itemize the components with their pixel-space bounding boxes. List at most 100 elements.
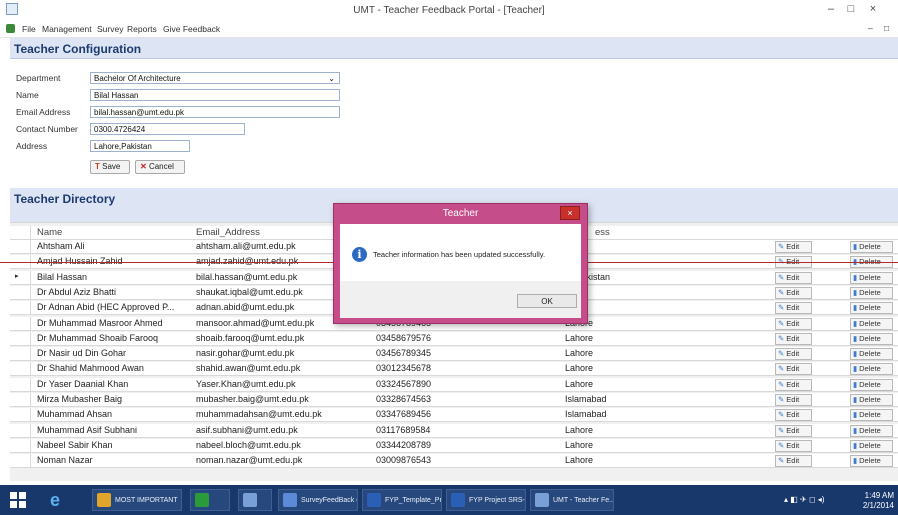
delete-icon: ▮ [853, 272, 858, 282]
menu-survey[interactable]: Survey [97, 24, 123, 34]
delete-button[interactable]: ▮Delete [850, 286, 893, 299]
delete-icon: ▮ [853, 242, 858, 251]
edit-button[interactable]: ✎Edit [775, 424, 812, 437]
ok-button[interactable]: OK [517, 294, 577, 308]
row-header[interactable] [10, 347, 31, 361]
edit-button[interactable]: ✎Edit [775, 302, 812, 315]
table-row[interactable]: Dr Yaser Daanial Khan Yaser.Khan@umt.edu.… [10, 377, 898, 392]
edit-button[interactable]: ✎Edit [775, 363, 812, 376]
clock-time[interactable]: 1:49 AM [840, 491, 894, 500]
table-row[interactable]: Dr Shahid Mahmood Awan shahid.awan@umt.ed… [10, 362, 898, 377]
clock-date[interactable]: 2/1/2014 [840, 501, 894, 510]
table-row[interactable]: Dr Muhammad Shoaib Farooq shoaib.farooq@u… [10, 331, 898, 346]
taskbar-item[interactable] [238, 489, 272, 511]
row-header[interactable] [10, 285, 31, 299]
maximize-button[interactable]: □ [842, 2, 860, 16]
cell-contact: 03324567890 [376, 378, 432, 389]
app-icon [243, 493, 257, 507]
row-header[interactable] [10, 331, 31, 345]
delete-button[interactable]: ▮Delete [850, 378, 893, 391]
windows-start-icon[interactable] [10, 492, 26, 508]
app-icon [367, 493, 381, 507]
edit-button[interactable]: ✎Edit [775, 332, 812, 345]
delete-icon: ▮ [853, 379, 858, 389]
table-row[interactable]: Muhammad Asif Subhani asif.subhani@umt.ed… [10, 423, 898, 438]
edit-button[interactable]: ✎Edit [775, 286, 812, 299]
edit-button[interactable]: ✎Edit [775, 271, 812, 284]
department-select[interactable]: Bachelor Of Architecture ⌄ [90, 72, 340, 84]
delete-button[interactable]: ▮Delete [850, 302, 893, 315]
dialog-message: Teacher information has been updated suc… [373, 250, 546, 259]
edit-button[interactable]: ✎Edit [775, 241, 812, 253]
table-row[interactable]: Nabeel Sabir Khan nabeel.bloch@umt.edu.pk… [10, 438, 898, 453]
delete-icon: ▮ [853, 410, 858, 420]
cell-address: re,Pakistan [565, 272, 745, 282]
row-header[interactable] [10, 362, 31, 376]
delete-button[interactable]: ▮Delete [850, 332, 893, 345]
row-header[interactable] [10, 423, 31, 437]
taskbar-item[interactable]: SurveyFeedBack (... [278, 489, 358, 511]
row-header[interactable]: ▸ [10, 270, 31, 284]
delete-button[interactable]: ▮Delete [850, 439, 893, 452]
contact-field[interactable]: 0300.4726424 [90, 123, 245, 135]
taskbar-item[interactable]: FYP Project SRS-2... [446, 489, 526, 511]
table-row[interactable]: Noman Nazar noman.nazar@umt.edu.pk 0300987… [10, 454, 898, 469]
tray-icons[interactable]: ▴ ◧ ✈ ◻ ◂) [784, 495, 844, 505]
edit-icon: ✎ [778, 440, 785, 450]
cell-email: Yaser.Khan@umt.edu.pk [196, 378, 296, 389]
edit-button[interactable]: ✎Edit [775, 439, 812, 452]
menu-file[interactable]: File [22, 24, 36, 34]
cell-contact: 03012345678 [376, 363, 432, 374]
table-row[interactable]: Muhammad Ahsan muhammadahsan@umt.edu.pk 03… [10, 408, 898, 423]
col-name[interactable]: Name [37, 227, 62, 238]
edit-button[interactable]: ✎Edit [775, 394, 812, 406]
col-address[interactable]: ess [595, 227, 610, 238]
col-email[interactable]: Email_Address [196, 227, 260, 238]
delete-button[interactable]: ▮Delete [850, 394, 893, 406]
table-row[interactable]: Dr Nasir ud Din Gohar nasir.gohar@umt.edu… [10, 347, 898, 362]
edit-button[interactable]: ✎Edit [775, 409, 812, 422]
minimize-button[interactable]: – [822, 2, 840, 16]
menu-give-feedback[interactable]: Give Feedback [163, 24, 220, 34]
delete-button[interactable]: ▮Delete [850, 348, 893, 361]
delete-button[interactable]: ▮Delete [850, 317, 893, 330]
delete-button[interactable]: ▮Delete [850, 363, 893, 376]
delete-button[interactable]: ▮Delete [850, 409, 893, 422]
row-header[interactable] [10, 301, 31, 315]
row-header[interactable] [10, 393, 31, 406]
row-header[interactable] [10, 240, 31, 253]
edit-button[interactable]: ✎Edit [775, 348, 812, 361]
name-field[interactable]: Bilal Hassan [90, 89, 340, 101]
internet-explorer-icon[interactable]: e [50, 490, 70, 510]
row-header[interactable] [10, 316, 31, 330]
menu-management[interactable]: Management [42, 24, 92, 34]
delete-button[interactable]: ▮Delete [850, 424, 893, 437]
taskbar-item[interactable]: UMT - Teacher Fe... [530, 489, 614, 511]
delete-button[interactable]: ▮Delete [850, 241, 893, 253]
taskbar-item[interactable]: MOST IMPORTANT [92, 489, 182, 511]
row-header[interactable] [10, 454, 31, 468]
email-field[interactable]: bilal.hassan@umt.edu.pk [90, 106, 340, 118]
cancel-button[interactable]: ✕ Cancel [135, 160, 185, 174]
edit-button[interactable]: ✎Edit [775, 378, 812, 391]
row-header[interactable] [10, 408, 31, 422]
table-row[interactable]: Mirza Mubasher Baig mubasher.baig@umt.edu… [10, 393, 898, 407]
row-header[interactable] [10, 377, 31, 391]
delete-button[interactable]: ▮Delete [850, 455, 893, 468]
row-header[interactable] [10, 438, 31, 452]
mdi-minimize-button[interactable]: – [868, 23, 873, 33]
edit-button[interactable]: ✎Edit [775, 455, 812, 468]
save-button[interactable]: T Save [90, 160, 130, 174]
address-field[interactable]: Lahore,Pakistan [90, 140, 190, 152]
menu-reports[interactable]: Reports [127, 24, 157, 34]
mdi-restore-button[interactable]: □ [884, 23, 889, 33]
taskbar-item[interactable]: FYP_Template_Pr... [362, 489, 442, 511]
taskbar-item[interactable] [190, 489, 230, 511]
dialog-close-button[interactable]: × [560, 206, 580, 220]
cell-name: Dr Abdul Aziz Bhatti [37, 286, 117, 297]
close-button[interactable]: × [864, 2, 882, 16]
department-value: Bachelor Of Architecture [94, 74, 181, 83]
delete-icon: ▮ [853, 425, 858, 435]
delete-button[interactable]: ▮Delete [850, 271, 893, 284]
edit-button[interactable]: ✎Edit [775, 317, 812, 330]
